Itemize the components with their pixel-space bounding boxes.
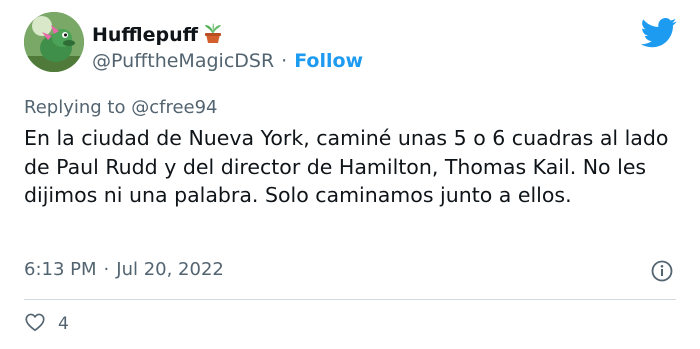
meta-separator: · <box>103 259 110 280</box>
tweet-text: En la ciudad de Nueva York, caminé unas … <box>24 126 669 207</box>
tweet-date[interactable]: Jul 20, 2022 <box>116 259 224 280</box>
author-display-name[interactable]: Hufflepuff <box>92 24 198 46</box>
divider <box>24 299 676 300</box>
tweet-time[interactable]: 6:13 PM <box>24 259 97 280</box>
like-action[interactable]: 4 <box>24 311 69 337</box>
reply-mention-link[interactable]: @cfree94 <box>131 97 217 118</box>
author-handle[interactable]: @PufftheMagicDSR <box>92 50 274 72</box>
potted-plant-icon <box>202 22 224 48</box>
info-icon[interactable] <box>650 259 674 283</box>
twitter-bird-icon[interactable] <box>640 18 677 48</box>
avatar[interactable] <box>24 12 84 72</box>
follow-button[interactable]: Follow <box>294 50 363 72</box>
heart-icon <box>24 311 46 337</box>
tweet-meta: 6:13 PM · Jul 20, 2022 <box>24 259 224 280</box>
like-count: 4 <box>58 314 69 334</box>
author-name-row: Hufflepuff <box>92 22 224 48</box>
author-handle-row: @PufftheMagicDSR · Follow <box>92 50 363 72</box>
handle-separator: · <box>281 50 288 72</box>
replying-to-prefix: Replying to <box>24 97 126 118</box>
replying-to: Replying to @cfree94 <box>24 97 218 118</box>
